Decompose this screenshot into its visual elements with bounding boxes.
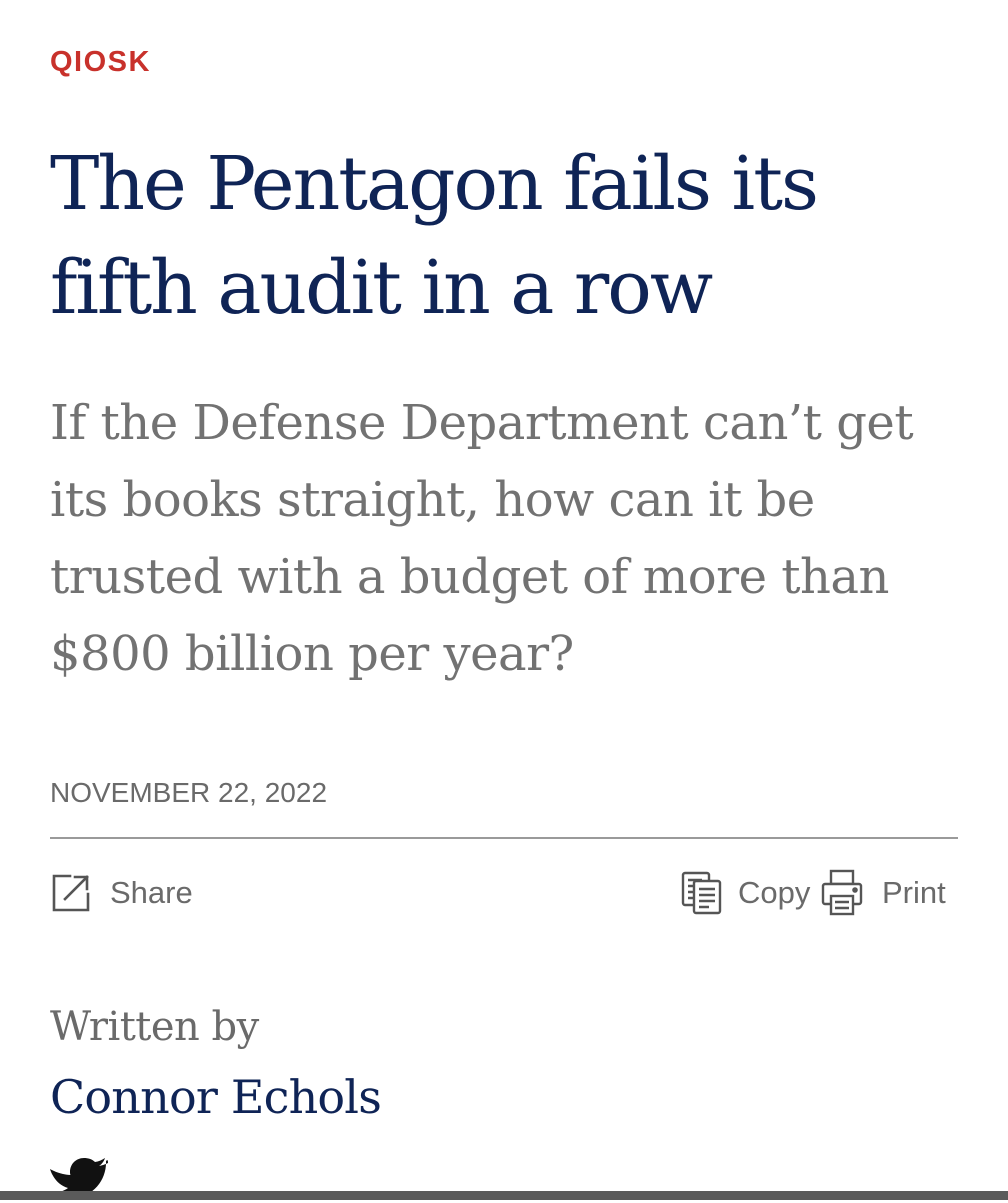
- section-tag[interactable]: QIOSK: [50, 42, 151, 82]
- share-button[interactable]: Share: [50, 872, 193, 914]
- bottom-scrollbar: [0, 1191, 1008, 1200]
- share-label: Share: [110, 875, 193, 910]
- print-button[interactable]: Print: [820, 868, 946, 918]
- publish-date: NOVEMBER 22, 2022: [50, 777, 328, 808]
- copy-label: Copy: [738, 875, 811, 910]
- copy-icon: [680, 870, 724, 916]
- byline-prefix: Written by: [50, 1004, 259, 1050]
- printer-icon: [820, 868, 864, 918]
- author-name[interactable]: Connor Echols: [50, 1068, 382, 1126]
- subheadline: If the Defense Department can’t get its …: [50, 395, 914, 682]
- print-label: Print: [882, 875, 946, 910]
- headline: The Pentagon fails its fifth audit in a …: [50, 141, 819, 331]
- divider: [50, 837, 958, 839]
- share-icon: [50, 872, 92, 914]
- copy-button[interactable]: Copy: [680, 870, 810, 916]
